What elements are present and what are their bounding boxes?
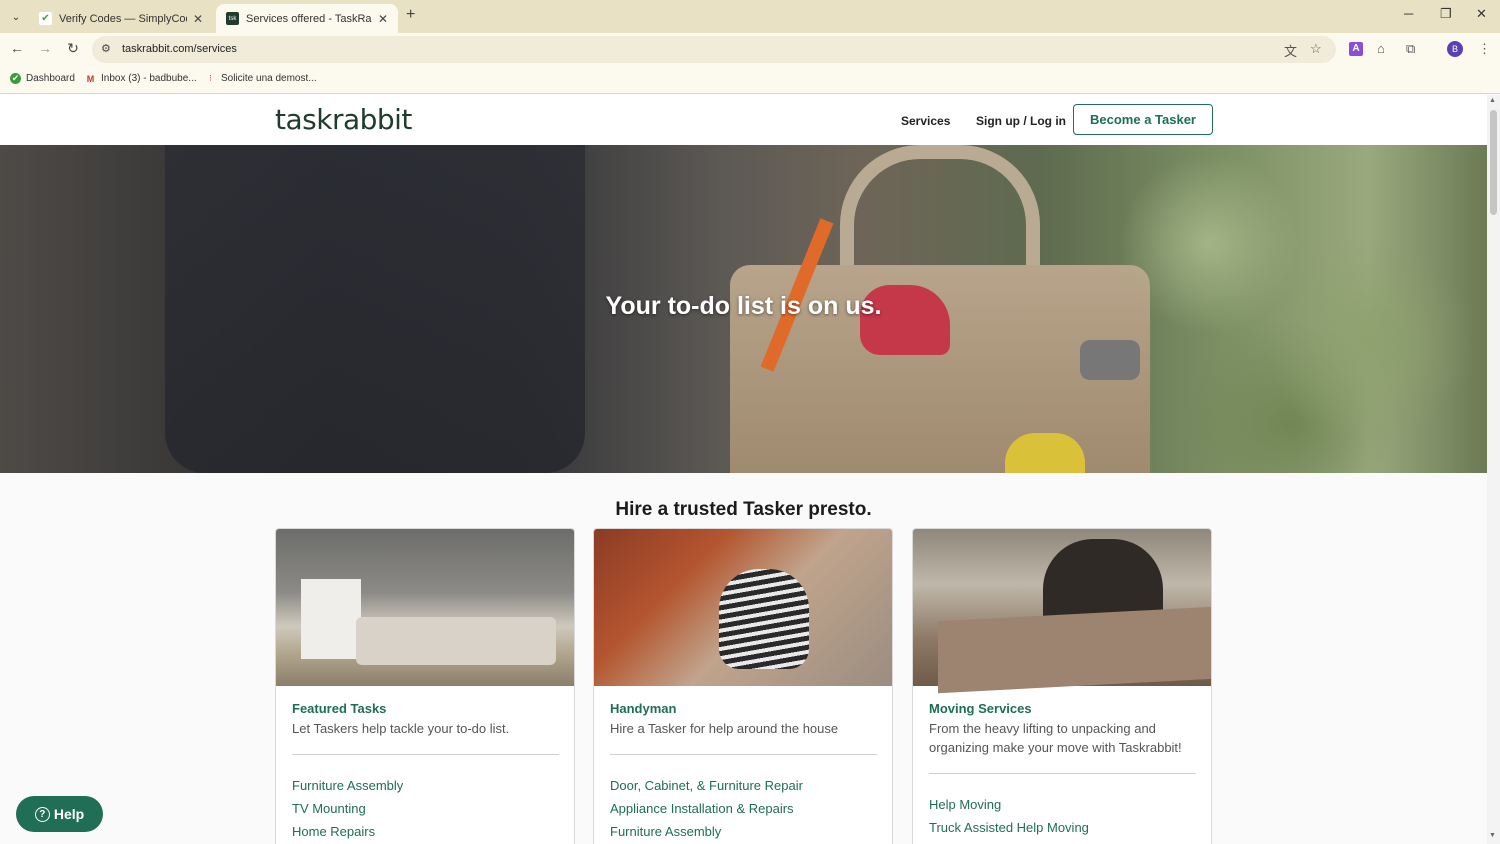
scroll-up-arrow-icon[interactable]: ▲ — [1489, 97, 1496, 104]
card-title[interactable]: Featured Tasks — [292, 701, 386, 716]
forward-arrow-icon[interactable]: → — [35, 40, 55, 56]
hero-tape-measure — [1005, 433, 1085, 473]
card-handyman: Handyman Hire a Tasker for help around t… — [593, 528, 893, 844]
tab-verify-codes[interactable]: ✔ Verify Codes — SimplyCodes ✕ — [29, 4, 213, 33]
dashboard-favicon-icon: ✔ — [10, 73, 21, 84]
nav-signup-login-link[interactable]: Sign up / Log in — [976, 114, 1066, 128]
minimize-icon[interactable]: ─ — [1404, 6, 1413, 21]
taskrabbit-favicon-icon: tsk — [226, 12, 239, 25]
card-moving-services: Moving Services From the heavy lifting t… — [912, 528, 1212, 844]
card-image-living-room — [276, 529, 574, 686]
card-description: Let Taskers help tackle your to-do list. — [292, 721, 510, 736]
bookmark-label: Dashboard — [26, 73, 75, 84]
tab-title: Verify Codes — SimplyCodes — [59, 12, 187, 25]
image-box — [938, 606, 1211, 694]
bookmark-inbox[interactable]: M Inbox (3) - badbube... — [85, 73, 197, 84]
restore-icon[interactable]: ❐ — [1440, 6, 1452, 22]
card-description: From the heavy lifting to unpacking and … — [929, 721, 1182, 755]
link-home-repairs[interactable]: Home Repairs — [292, 820, 403, 843]
bookmark-dashboard[interactable]: ✔ Dashboard — [10, 73, 75, 84]
extension-robot-icon[interactable]: ⌂ — [1377, 41, 1385, 56]
tab-search-chevron-icon[interactable]: ⌄ — [6, 7, 26, 27]
site-info-icon[interactable]: ⚙ — [101, 42, 111, 55]
hero-banner: Your to-do list is on us. — [0, 145, 1487, 473]
close-window-icon[interactable]: ✕ — [1476, 6, 1487, 22]
card-links: Door, Cabinet, & Furniture Repair Applia… — [610, 774, 803, 843]
profile-avatar[interactable]: B — [1447, 41, 1463, 57]
address-bar[interactable]: ⚙ taskrabbit.com/services 文 ☆ — [92, 36, 1336, 63]
card-divider — [292, 754, 559, 755]
card-divider — [610, 754, 877, 755]
taskrabbit-logo[interactable]: taskrabbit — [275, 103, 412, 136]
tab-strip: ⌄ ✔ Verify Codes — SimplyCodes ✕ tsk Ser… — [0, 0, 1500, 33]
become-tasker-button[interactable]: Become a Tasker — [1073, 104, 1213, 135]
help-label: Help — [53, 806, 85, 822]
help-question-icon: ? — [34, 806, 50, 822]
bookmark-solicite[interactable]: ⁝ Solicite una demost... — [205, 73, 317, 84]
close-tab-icon[interactable]: ✕ — [193, 12, 203, 26]
card-divider — [929, 773, 1196, 774]
page-viewport: taskrabbit Services Sign up / Log in Bec… — [0, 95, 1487, 844]
hero-headline: Your to-do list is on us. — [605, 292, 882, 320]
back-arrow-icon[interactable]: ← — [7, 40, 27, 56]
help-button[interactable]: ? Help — [16, 796, 103, 832]
close-tab-icon[interactable]: ✕ — [378, 12, 388, 26]
bookmarks-bar: ✔ Dashboard M Inbox (3) - badbube... ⁝ S… — [0, 66, 1500, 94]
bookmark-label: Solicite una demost... — [221, 73, 317, 84]
card-description: Hire a Tasker for help around the house — [610, 721, 839, 736]
link-furniture-assembly[interactable]: Furniture Assembly — [610, 820, 803, 843]
extensions-puzzle-icon[interactable]: ⧉ — [1406, 41, 1415, 57]
browser-toolbar: ← → ↻ ⚙ taskrabbit.com/services 文 ☆ ⌂ ⧉ … — [0, 33, 1500, 66]
card-image-handyman — [594, 529, 892, 686]
bookmark-label: Inbox (3) - badbube... — [101, 73, 197, 84]
services-section: Hire a trusted Tasker presto. Featured T… — [0, 473, 1487, 844]
nav-services-link[interactable]: Services — [901, 114, 950, 128]
link-door-cabinet-furniture-repair[interactable]: Door, Cabinet, & Furniture Repair — [610, 774, 803, 797]
simplycodes-favicon-icon: ✔ — [39, 12, 52, 25]
scrollbar-thumb[interactable] — [1490, 110, 1497, 215]
tab-services-offered[interactable]: tsk Services offered - TaskRabbit ✕ — [216, 4, 398, 33]
menu-kebab-icon[interactable]: ⋮ — [1478, 41, 1491, 57]
card-image-moving — [913, 529, 1211, 694]
link-tv-mounting[interactable]: TV Mounting — [292, 797, 403, 820]
reload-icon[interactable]: ↻ — [63, 40, 83, 57]
tab-title: Services offered - TaskRabbit — [246, 12, 372, 25]
link-appliance-installation[interactable]: Appliance Installation & Repairs — [610, 797, 803, 820]
link-furniture-assembly[interactable]: Furniture Assembly — [292, 774, 403, 797]
scroll-down-arrow-icon[interactable]: ▼ — [1489, 832, 1496, 839]
page-scrollbar[interactable]: ▲ ▼ — [1487, 95, 1500, 844]
extension-a-icon[interactable]: A — [1349, 42, 1363, 56]
gmail-icon: M — [86, 73, 95, 84]
image-cabinet — [301, 579, 361, 659]
url-text[interactable]: taskrabbit.com/services — [122, 43, 237, 55]
card-title[interactable]: Moving Services — [929, 701, 1032, 716]
new-tab-plus-icon[interactable]: + — [406, 6, 415, 24]
translate-icon[interactable]: 文 — [1284, 41, 1297, 60]
link-truck-assisted-moving[interactable]: Truck Assisted Help Moving — [929, 816, 1089, 839]
section-heading: Hire a trusted Tasker presto. — [615, 499, 872, 520]
site-header: taskrabbit Services Sign up / Log in Bec… — [0, 95, 1487, 145]
card-links: Help Moving Truck Assisted Help Moving — [929, 793, 1089, 839]
bookmark-star-icon[interactable]: ☆ — [1310, 41, 1322, 57]
image-sofa — [356, 617, 556, 665]
solicite-favicon-icon: ⁝ — [209, 73, 212, 83]
card-title[interactable]: Handyman — [610, 701, 676, 716]
image-person — [719, 569, 809, 669]
hero-bag-strap — [840, 145, 1040, 285]
card-featured-tasks: Featured Tasks Let Taskers help tackle y… — [275, 528, 575, 844]
link-help-moving[interactable]: Help Moving — [929, 793, 1089, 816]
card-links: Furniture Assembly TV Mounting Home Repa… — [292, 774, 403, 843]
